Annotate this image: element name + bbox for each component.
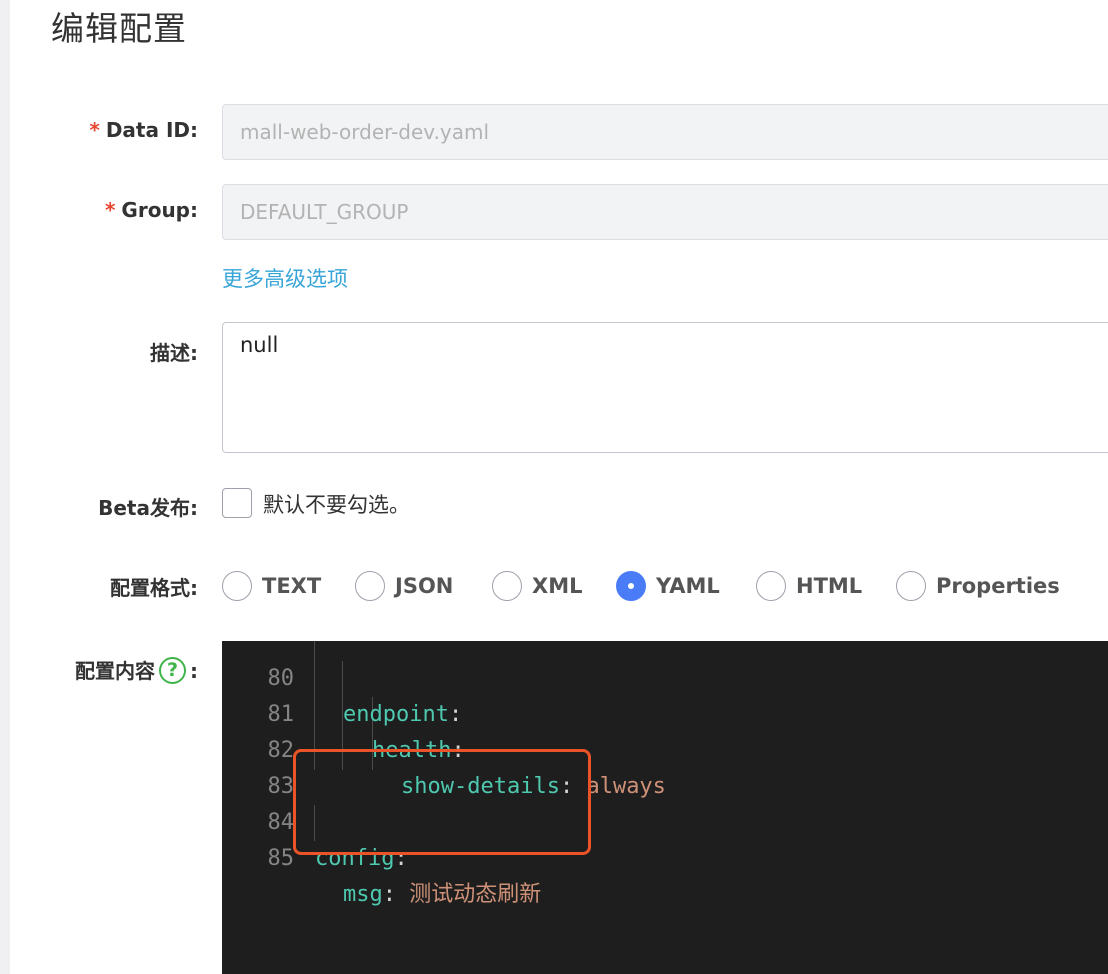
format-radio-properties[interactable]: Properties	[896, 568, 1060, 604]
format-radio-html[interactable]: HTML	[756, 568, 862, 604]
format-radio-json[interactable]: JSON	[355, 568, 453, 604]
beta-checkbox[interactable]	[222, 488, 252, 518]
radio-circle	[355, 571, 385, 601]
beta-checkbox-text: 默认不要勾选。	[263, 493, 410, 517]
description-textarea[interactable]: null	[222, 322, 1108, 453]
format-radio-yaml[interactable]: YAML	[616, 568, 720, 604]
code-line: 82 show-details: always	[267, 738, 666, 799]
question-circle-icon[interactable]: ?	[159, 657, 186, 684]
advanced-options-link[interactable]: 更多高级选项	[222, 263, 348, 293]
code-line: 80 endpoint:	[267, 666, 463, 727]
radio-circle	[896, 571, 926, 601]
description-label: 描述:	[150, 341, 198, 365]
radio-circle	[492, 571, 522, 601]
data-id-input[interactable]: mall-web-order-dev.yaml	[222, 104, 1108, 160]
required-mark: *	[104, 198, 116, 222]
required-mark: *	[89, 118, 100, 142]
format-label: 配置格式:	[110, 576, 198, 600]
content-label: 配置内容?:	[75, 657, 198, 684]
group-input[interactable]: DEFAULT_GROUP	[222, 184, 1108, 240]
beta-label: Beta发布:	[98, 496, 198, 520]
page-title: 编辑配置	[51, 9, 187, 48]
group-label: * Group:	[104, 198, 198, 222]
radio-circle-checked	[616, 571, 646, 601]
highlight-annotation-box	[293, 749, 591, 855]
radio-circle	[756, 571, 786, 601]
radio-circle	[222, 571, 252, 601]
code-line: 81 health:	[267, 702, 465, 763]
left-gutter	[0, 0, 10, 974]
data-id-label: * Data ID:	[89, 118, 198, 142]
format-radio-xml[interactable]: XML	[492, 568, 582, 604]
format-radio-text[interactable]: TEXT	[222, 568, 321, 604]
